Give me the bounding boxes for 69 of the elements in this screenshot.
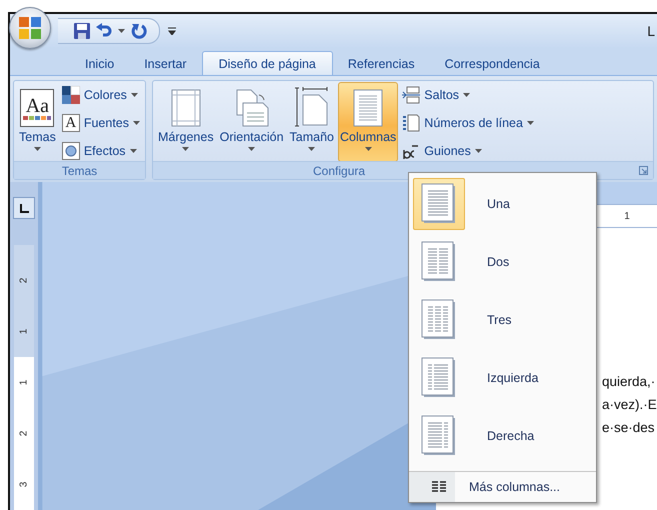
ribbon-small-button[interactable]: Números de línea bbox=[400, 112, 536, 134]
column-layout-icon bbox=[421, 357, 457, 399]
group-label: Configura bbox=[313, 164, 366, 178]
ruler-number: 1 bbox=[624, 210, 630, 222]
menu-item[interactable]: Más columnas... bbox=[409, 472, 596, 502]
caret-icon bbox=[364, 147, 372, 151]
office-logo-icon bbox=[18, 16, 42, 40]
menu-item[interactable]: Izquierda bbox=[409, 349, 596, 407]
columns-icon bbox=[353, 89, 384, 127]
ribbon-small-button[interactable]: Saltos bbox=[400, 84, 536, 106]
window-title: L bbox=[647, 23, 656, 39]
ribbon-small-button[interactable]: Guiones bbox=[400, 140, 536, 162]
caret-icon bbox=[182, 147, 190, 151]
themes-icon: Aa bbox=[20, 89, 54, 127]
menu-item[interactable]: Una bbox=[409, 175, 596, 233]
column-layout-icon bbox=[421, 299, 457, 341]
caret-icon bbox=[248, 147, 256, 151]
menu-item[interactable]: Tres bbox=[409, 291, 596, 349]
ribbon-button[interactable]: Márgenes bbox=[156, 82, 216, 162]
line-numbers-icon bbox=[402, 114, 420, 132]
document-text: a·vez).·E bbox=[602, 397, 657, 412]
ribbon-button[interactable]: Orientación bbox=[218, 82, 286, 162]
caret-icon bbox=[130, 149, 137, 153]
ruler-number: 2 bbox=[18, 278, 30, 284]
caret-icon bbox=[118, 29, 125, 33]
effects-icon bbox=[62, 142, 80, 160]
ruler-number: 3 bbox=[18, 482, 30, 488]
page-size-icon bbox=[294, 87, 329, 127]
tab-stop-icon bbox=[20, 204, 28, 212]
save-icon[interactable] bbox=[74, 23, 90, 39]
caret-icon bbox=[34, 147, 41, 151]
group-label: Temas bbox=[62, 164, 98, 178]
columns-grid-icon bbox=[432, 481, 446, 493]
pages-icon bbox=[234, 89, 269, 127]
page-break-icon bbox=[402, 86, 420, 104]
ribbon-tab[interactable]: Diseño de página bbox=[202, 51, 333, 75]
menu-item[interactable]: Derecha bbox=[409, 407, 596, 465]
caret-icon bbox=[463, 93, 470, 97]
font-icon: A bbox=[62, 114, 80, 132]
ribbon-tab[interactable]: Insertar bbox=[129, 51, 202, 75]
ribbon-button[interactable]: Aa Temas bbox=[17, 82, 58, 162]
ribbon-small-button[interactable]: A Fuentes bbox=[60, 112, 142, 134]
redo-icon[interactable] bbox=[131, 23, 147, 39]
ribbon-tab[interactable]: Referencias bbox=[332, 51, 430, 75]
menu-item[interactable]: Dos bbox=[409, 233, 596, 291]
caret-icon bbox=[526, 121, 534, 125]
column-layout-icon bbox=[421, 183, 457, 225]
ruler-number: 1 bbox=[18, 328, 30, 334]
caret-icon bbox=[474, 149, 482, 153]
customize-toolbar-icon[interactable] bbox=[168, 27, 176, 35]
ruler-number: 1 bbox=[18, 380, 30, 386]
ruler-number: 2 bbox=[18, 430, 30, 436]
ribbon-small-button[interactable]: Colores bbox=[60, 84, 142, 106]
document-text: e·se·des bbox=[602, 420, 656, 435]
margins-icon bbox=[170, 89, 201, 127]
undo-icon[interactable] bbox=[96, 23, 112, 39]
caret-icon bbox=[308, 147, 316, 151]
tab-selector[interactable] bbox=[13, 197, 35, 219]
dialog-launcher-icon[interactable] bbox=[639, 166, 648, 175]
caret-icon bbox=[133, 121, 140, 125]
ribbon-button[interactable]: Tamaño bbox=[288, 82, 336, 162]
column-layout-icon bbox=[421, 415, 457, 457]
column-layout-icon bbox=[421, 241, 457, 283]
color-swatch-icon bbox=[62, 86, 80, 104]
ribbon-tab[interactable]: Correspondencia bbox=[430, 51, 555, 75]
ribbon-tab[interactable]: Inicio bbox=[70, 51, 130, 75]
ribbon-button[interactable]: Columnas bbox=[338, 82, 398, 162]
document-text: quierda,· bbox=[602, 374, 656, 389]
caret-icon bbox=[130, 93, 138, 97]
